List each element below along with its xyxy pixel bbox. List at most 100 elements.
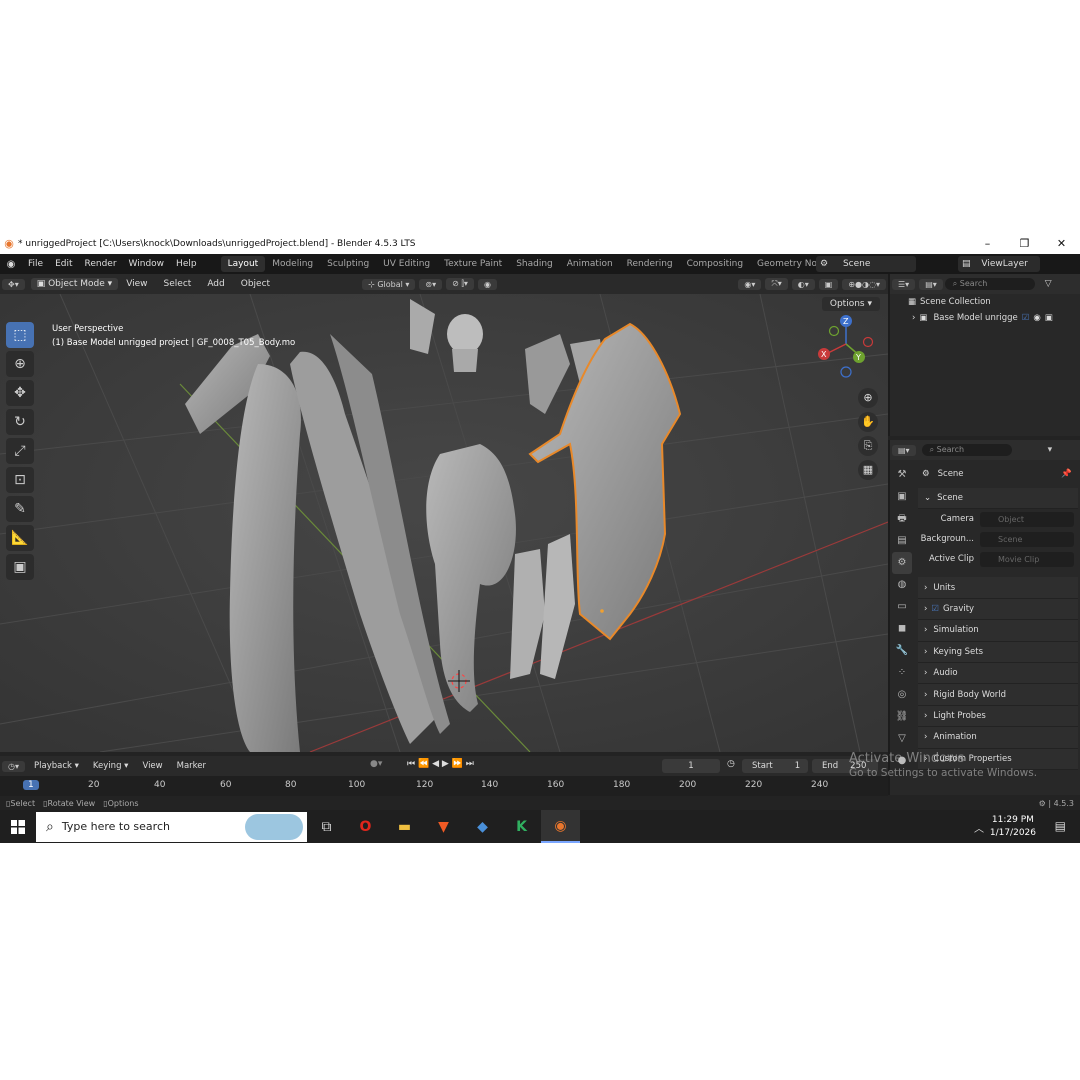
k-app-icon[interactable]: K: [502, 810, 541, 843]
background-field[interactable]: Scene: [980, 531, 1074, 547]
select-box-tool-icon[interactable]: ⬚: [6, 322, 34, 348]
active-clip-field[interactable]: Movie Clip: [980, 551, 1074, 567]
transform-tool-icon[interactable]: ⊡: [6, 467, 34, 493]
workspace-tab-shading[interactable]: Shading: [509, 256, 560, 272]
pin-icon[interactable]: 📌: [1061, 469, 1072, 479]
maximize-button[interactable]: ❐: [1006, 234, 1043, 254]
chevron-down-icon[interactable]: ▾: [1048, 445, 1053, 455]
panel-audio[interactable]: › Audio: [918, 662, 1078, 685]
display-mode-icon[interactable]: ▤▾: [919, 278, 943, 290]
annotate-tool-icon[interactable]: ✎: [6, 496, 34, 522]
jump-end-icon[interactable]: ⏭: [466, 759, 474, 769]
timeline-ruler[interactable]: 1 20 40 60 80 100 120 140 160 180 200 22…: [0, 776, 888, 796]
menu-file[interactable]: File: [22, 259, 49, 269]
zoom-icon[interactable]: ⊕: [858, 388, 878, 408]
jump-keyframe-forward-icon[interactable]: ⏩: [452, 759, 463, 769]
panel-light-probes[interactable]: › Light Probes: [918, 705, 1078, 728]
mode-selector[interactable]: ▣ Object Mode ▾: [30, 278, 119, 290]
menu-edit[interactable]: Edit: [49, 259, 78, 269]
shading-modes-icon[interactable]: ⊕●◑◌▾: [842, 278, 886, 290]
workspace-tab-modeling[interactable]: Modeling: [265, 256, 320, 272]
scene-selector[interactable]: ⚙ Scene: [816, 256, 916, 272]
tray-chevron-up-icon[interactable]: ︿: [974, 820, 984, 835]
modifier-tab-icon[interactable]: 🔧: [892, 640, 912, 662]
brave-browser-icon[interactable]: ▼: [424, 810, 463, 843]
checkbox-icon[interactable]: ☑: [1022, 313, 1030, 323]
viewport-options-button[interactable]: Options ▾: [821, 297, 880, 311]
play-reverse-icon[interactable]: ◀: [432, 759, 439, 769]
constraints-tab-icon[interactable]: ⛓: [892, 706, 912, 728]
world-tab-icon[interactable]: ◍: [892, 574, 912, 596]
workspace-tab-sculpting[interactable]: Sculpting: [320, 256, 376, 272]
app-shield-icon[interactable]: ◆: [463, 810, 502, 843]
outliner-editor-icon[interactable]: ☰▾: [892, 278, 916, 290]
minimize-button[interactable]: –: [969, 234, 1006, 254]
taskbar-search-box[interactable]: ⌕ Type here to search: [36, 811, 307, 842]
gravity-checkbox-icon[interactable]: ☑: [931, 604, 939, 614]
timeline-menu-playback[interactable]: Playback ▾: [27, 761, 86, 771]
close-button[interactable]: ✕: [1043, 234, 1080, 254]
outliner-search-input[interactable]: ⌕ Search: [944, 278, 1035, 290]
pan-hand-icon[interactable]: ✋: [858, 412, 878, 432]
timeline-menu-view[interactable]: View: [135, 761, 169, 771]
timeline-editor-icon[interactable]: ◷▾: [2, 760, 25, 772]
panel-keying-sets[interactable]: › Keying Sets: [918, 641, 1078, 663]
blender-menu-icon[interactable]: ◉: [0, 259, 22, 270]
outliner-item-row[interactable]: › ▣ Base Model unrigge ☑ ◉ ▣: [890, 310, 1080, 326]
editor-type-icon[interactable]: ✥▾: [2, 278, 25, 290]
output-tab-icon[interactable]: 🖶: [892, 508, 912, 530]
current-frame-marker[interactable]: 1: [23, 780, 39, 790]
view-layer-tab-icon[interactable]: ▤: [892, 530, 912, 552]
menu-render[interactable]: Render: [79, 259, 123, 269]
object-tab-icon[interactable]: ◼: [892, 618, 912, 640]
workspace-tab-compositing[interactable]: Compositing: [680, 256, 750, 272]
transform-orientation-selector[interactable]: ⊹ Global ▾: [362, 278, 416, 290]
timeline-menu-marker[interactable]: Marker: [170, 761, 213, 771]
gizmo-toggle-icon[interactable]: ⤧▾: [765, 278, 788, 290]
camera-view-icon[interactable]: ⎘: [858, 436, 878, 456]
viewport-menu-add[interactable]: Add: [199, 279, 232, 289]
task-view-icon[interactable]: ⧉: [307, 810, 346, 843]
scene-section-header[interactable]: ⌄ Scene: [918, 488, 1078, 510]
workspace-tab-layout[interactable]: Layout: [220, 256, 266, 272]
xray-toggle-icon[interactable]: ▣: [818, 278, 839, 290]
rotate-tool-icon[interactable]: ↻: [6, 409, 34, 435]
scene-tab-icon[interactable]: ⚙: [892, 552, 912, 574]
scale-tool-icon[interactable]: ⤢: [6, 438, 34, 464]
auto-keying-icon[interactable]: ●▾: [370, 759, 382, 769]
snap-icon[interactable]: ⊘ ⫿▾: [446, 278, 474, 290]
timeline-menu-keying[interactable]: Keying ▾: [86, 761, 136, 771]
viewport-menu-select[interactable]: Select: [156, 279, 200, 289]
render-tab-icon[interactable]: ▣: [892, 486, 912, 508]
opera-browser-icon[interactable]: O: [346, 810, 385, 843]
current-frame-field[interactable]: 1: [662, 759, 720, 773]
filter-icon[interactable]: ▽: [1045, 279, 1052, 289]
panel-simulation[interactable]: › Simulation: [918, 620, 1078, 642]
jump-start-icon[interactable]: ⏮: [407, 759, 415, 769]
move-tool-icon[interactable]: ✥: [6, 380, 34, 406]
jump-keyframe-back-icon[interactable]: ⏪: [418, 759, 429, 769]
visibility-icon[interactable]: ◉▾: [738, 278, 762, 290]
proportional-edit-icon[interactable]: ◉: [477, 278, 497, 290]
overlay-toggle-icon[interactable]: ◐▾: [791, 278, 815, 290]
eye-icon[interactable]: ◉: [1033, 313, 1040, 323]
tool-tab-icon[interactable]: ⚒: [892, 464, 912, 486]
workspace-tab-uv-editing[interactable]: UV Editing: [376, 256, 437, 272]
scene-collection-row[interactable]: ▦ Scene Collection: [890, 294, 1080, 310]
panel-animation[interactable]: › Animation: [918, 727, 1078, 749]
menu-help[interactable]: Help: [170, 259, 203, 269]
properties-search-input[interactable]: ⌕ Search: [921, 444, 1012, 456]
physics-tab-icon[interactable]: ◎: [892, 684, 912, 706]
blender-taskbar-icon[interactable]: ◉: [541, 810, 580, 843]
3d-viewport[interactable]: Z Y X User Perspective (1) Base Model un…: [0, 294, 888, 752]
workspace-tab-texture-paint[interactable]: Texture Paint: [437, 256, 509, 272]
workspace-tab-animation[interactable]: Animation: [560, 256, 620, 272]
workspace-tab-rendering[interactable]: Rendering: [620, 256, 680, 272]
play-icon[interactable]: ▶: [442, 759, 449, 769]
properties-editor-icon[interactable]: ▤▾: [892, 444, 916, 456]
notification-icon[interactable]: ▤: [1055, 819, 1066, 833]
collection-tab-icon[interactable]: ▭: [892, 596, 912, 618]
measure-tool-icon[interactable]: 📐: [6, 525, 34, 551]
menu-window[interactable]: Window: [123, 259, 171, 269]
camera-icon[interactable]: ▣: [1045, 313, 1053, 323]
